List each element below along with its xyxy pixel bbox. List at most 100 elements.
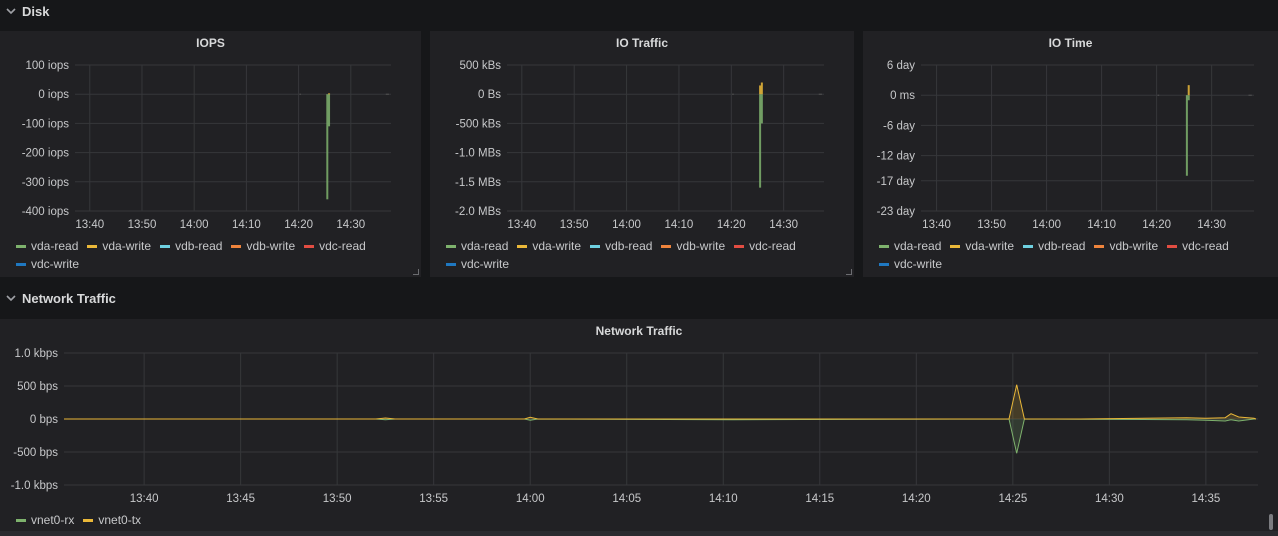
bar-vda-read: [760, 94, 763, 124]
network-traffic-chart: 1.0 kbps 500 bps 0 bps -500 bps -1.0 kbps 13:…: [11, 348, 1258, 505]
legend: vnet0-rx vnet0-tx: [16, 513, 416, 527]
legend-swatch: [231, 244, 242, 248]
legend-label: vda-read: [461, 239, 509, 253]
legend-label: vdc-write: [894, 257, 943, 271]
legend-swatch: [950, 244, 961, 248]
bar-vda-read: [759, 94, 762, 188]
x-tick-label: 14:20: [284, 219, 313, 231]
x-tick-label: 14:10: [1087, 219, 1116, 231]
x-tick-label: 13:40: [75, 219, 104, 231]
x-tick-label: 14:30: [1095, 493, 1124, 505]
x-tick-label: 14:25: [998, 493, 1027, 505]
row-header-disk[interactable]: Disk: [0, 0, 1278, 22]
legend-swatch: [661, 244, 672, 248]
legend-label: vdb-read: [175, 239, 223, 253]
y-tick-label: -1.0 kbps: [11, 480, 59, 492]
bar-vda-write: [328, 93, 331, 95]
legend-label: vda-read: [894, 239, 942, 253]
legend: vda-read vda-write vdb-read vdb-write vdc-re…: [446, 239, 826, 271]
legend-item-vda-write[interactable]: vda-write: [87, 239, 151, 253]
legend-swatch: [446, 262, 456, 266]
legend-swatch: [160, 244, 171, 248]
legend-item-vda-read[interactable]: vda-read: [446, 239, 508, 253]
bar-vda-read: [328, 94, 331, 127]
x-tick-label: 13:50: [323, 493, 352, 505]
y-tick-label: -100 iops: [22, 118, 70, 130]
bar-vda-write: [759, 85, 762, 95]
y-tick-label: -500 bps: [13, 447, 58, 459]
legend-item-vdb-write[interactable]: vdb-write: [661, 239, 725, 253]
legend-label: vdc-read: [1182, 239, 1229, 253]
legend-swatch: [1167, 244, 1178, 248]
legend-swatch: [879, 262, 889, 266]
legend-item-vnet0-tx[interactable]: vnet0-tx: [83, 513, 141, 527]
legend-item-vdb-read[interactable]: vdb-read: [590, 239, 652, 253]
legend-label: vda-read: [31, 239, 79, 253]
legend-label: vnet0-tx: [98, 513, 142, 527]
legend-swatch: [16, 244, 26, 248]
legend-swatch: [1023, 244, 1034, 248]
area-vnet0-rx: [64, 419, 1256, 454]
legend-item-vdc-read[interactable]: vdc-read: [1167, 239, 1229, 253]
y-tick-label: -500 kBs: [456, 118, 502, 130]
legend-label: vdb-write: [676, 239, 726, 253]
x-tick-label: 14:35: [1191, 493, 1220, 505]
legend-item-vdb-read[interactable]: vdb-read: [1023, 239, 1085, 253]
legend-label: vdc-read: [319, 239, 366, 253]
y-tick-label: 500 kBs: [459, 60, 501, 72]
legend-item-vdc-write[interactable]: vdc-write: [446, 257, 509, 271]
x-tick-label: 13:50: [128, 219, 157, 231]
resize-handle[interactable]: [846, 269, 852, 275]
legend-label: vda-write: [965, 239, 1015, 253]
x-tick-label: 14:10: [665, 219, 694, 231]
legend-item-vda-read[interactable]: vda-read: [16, 239, 78, 253]
panel-network-traffic: Network Traffic 1.0 kbps 500 bps 0 bps -500…: [0, 319, 1278, 531]
x-tick-label: 14:30: [769, 219, 798, 231]
y-tick-label: 0 iops: [38, 89, 69, 101]
panel-iops: IOPS 100 iops 0 iops -100 iops -200 iops -30…: [0, 31, 421, 277]
bar-vda-write: [1187, 85, 1190, 96]
x-tick-label: 14:00: [612, 219, 641, 231]
x-tick-label: 14:00: [516, 493, 545, 505]
legend-item-vdc-write[interactable]: vdc-write: [16, 257, 79, 271]
y-tick-label: -17 day: [877, 176, 916, 188]
y-tick-label: -400 iops: [22, 206, 70, 218]
y-tick-label: 0 bps: [30, 414, 58, 426]
legend: vda-read vda-write vdb-read vdb-write vdc-re…: [879, 239, 1259, 271]
x-tick-label: 14:00: [1032, 219, 1061, 231]
legend-item-vdb-read[interactable]: vdb-read: [160, 239, 222, 253]
y-tick-label: -2.0 MBs: [455, 206, 501, 218]
x-tick-label: 13:50: [977, 219, 1006, 231]
y-tick-label: 100 iops: [26, 60, 70, 72]
legend-item-vdc-write[interactable]: vdc-write: [879, 257, 942, 271]
legend-label: vda-write: [532, 239, 582, 253]
row-header-network-traffic[interactable]: Network Traffic: [0, 287, 1278, 309]
legend-item-vda-write[interactable]: vda-write: [950, 239, 1014, 253]
scrollbar[interactable]: [1269, 514, 1273, 530]
bar-vda-read: [326, 94, 329, 200]
legend-item-vdb-write[interactable]: vdb-write: [1094, 239, 1158, 253]
legend-swatch: [446, 244, 456, 248]
legend-label: vda-write: [102, 239, 152, 253]
resize-handle[interactable]: [413, 269, 419, 275]
x-tick-label: 14:30: [1197, 219, 1226, 231]
legend-item-vdc-read[interactable]: vdc-read: [304, 239, 366, 253]
x-tick-label: 14:10: [709, 493, 738, 505]
y-tick-label: -300 iops: [22, 177, 70, 189]
line-vnet0-tx: [64, 384, 1257, 420]
legend-swatch: [879, 244, 889, 248]
legend-swatch: [16, 518, 26, 522]
legend-item-vdc-read[interactable]: vdc-read: [734, 239, 796, 253]
legend-item-vdb-write[interactable]: vdb-write: [231, 239, 295, 253]
legend-item-vda-read[interactable]: vda-read: [879, 239, 941, 253]
row-title: Disk: [22, 3, 50, 19]
x-tick-label: 14:10: [232, 219, 261, 231]
legend-swatch: [734, 244, 745, 248]
legend-label: vdb-read: [1038, 239, 1086, 253]
y-tick-label: 0 Bs: [478, 89, 501, 101]
y-tick-label: -6 day: [883, 120, 915, 132]
legend-item-vnet0-rx[interactable]: vnet0-rx: [16, 513, 74, 527]
legend-item-vda-write[interactable]: vda-write: [517, 239, 581, 253]
x-tick-label: 13:55: [419, 493, 448, 505]
legend-label: vdb-write: [1109, 239, 1159, 253]
